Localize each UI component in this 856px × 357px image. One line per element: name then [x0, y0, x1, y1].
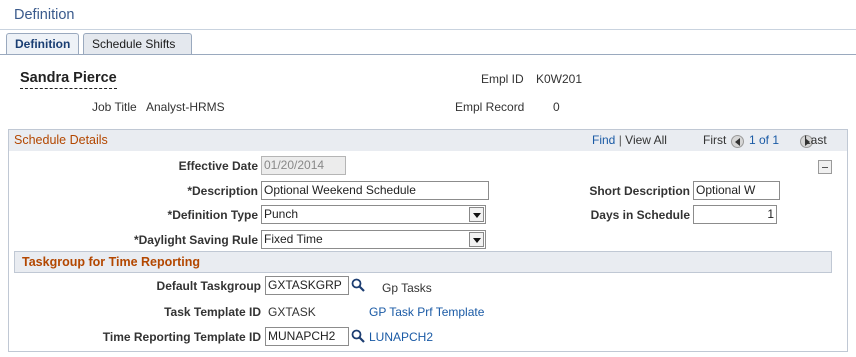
- definition-type-label: *Definition Type: [167, 208, 258, 222]
- tab-divider: [0, 54, 856, 55]
- daylight-saving-rule-select[interactable]: Fixed Time: [261, 230, 486, 249]
- row-counter: 1 of 1: [749, 133, 780, 147]
- grid-nav: Find | View All: [592, 133, 667, 147]
- effective-date-field: 01/20/2014: [261, 156, 346, 175]
- days-in-schedule-input[interactable]: 1: [693, 205, 777, 224]
- dropdown-arrow-icon[interactable]: [469, 207, 484, 222]
- find-link[interactable]: Find: [592, 133, 615, 147]
- time-reporting-template-link[interactable]: LUNAPCH2: [369, 330, 433, 344]
- definition-type-select[interactable]: Punch: [261, 205, 486, 224]
- description-label: *Description: [187, 184, 258, 198]
- title-divider: [0, 29, 856, 30]
- daylight-saving-rule-label: *Daylight Saving Rule: [133, 233, 258, 247]
- empl-record-value: 0: [553, 100, 560, 114]
- tab-schedule-shifts[interactable]: Schedule Shifts: [83, 33, 192, 55]
- effective-date-label: Effective Date: [178, 159, 258, 173]
- time-reporting-template-label: Time Reporting Template ID: [102, 330, 261, 344]
- task-template-value: GXTASK: [268, 305, 316, 319]
- lookup-icon[interactable]: [351, 278, 365, 292]
- time-reporting-template-input[interactable]: MUNAPCH2: [265, 327, 349, 346]
- employee-name[interactable]: Sandra Pierce: [20, 70, 117, 89]
- dropdown-arrow-icon[interactable]: [469, 232, 484, 247]
- page-title: Definition: [14, 7, 75, 23]
- empl-id-label: Empl ID: [481, 72, 524, 86]
- short-description-input[interactable]: Optional W: [693, 181, 780, 200]
- definition-type-value: Punch: [264, 207, 299, 221]
- short-description-label: Short Description: [589, 184, 690, 198]
- nav-separator: |: [618, 133, 622, 147]
- daylight-saving-rule-value: Fixed Time: [264, 232, 323, 246]
- default-taskgroup-description: Gp Tasks: [382, 281, 432, 295]
- job-title-label: Job Title: [92, 100, 137, 114]
- lookup-icon[interactable]: [351, 329, 365, 343]
- empl-id-value: K0W201: [536, 72, 583, 86]
- description-input[interactable]: Optional Weekend Schedule: [261, 181, 489, 200]
- job-title-value: Analyst-HRMS: [146, 100, 225, 114]
- taskgroup-title: Taskgroup for Time Reporting: [22, 255, 201, 269]
- task-template-link[interactable]: GP Task Prf Template: [369, 305, 484, 319]
- collapse-icon[interactable]: [818, 160, 832, 174]
- default-taskgroup-label: Default Taskgroup: [156, 279, 261, 293]
- default-taskgroup-input[interactable]: GXTASKGRP: [265, 276, 349, 295]
- prev-arrow-icon[interactable]: [731, 135, 744, 148]
- task-template-label: Task Template ID: [164, 305, 261, 319]
- tab-definition[interactable]: Definition: [6, 33, 79, 55]
- last-label[interactable]: Last: [804, 133, 827, 147]
- first-label[interactable]: First: [703, 133, 726, 147]
- schedule-details-title: Schedule Details: [14, 133, 108, 147]
- view-all-link[interactable]: View All: [625, 133, 667, 147]
- empl-record-label: Empl Record: [455, 100, 525, 114]
- days-in-schedule-label: Days in Schedule: [590, 208, 690, 222]
